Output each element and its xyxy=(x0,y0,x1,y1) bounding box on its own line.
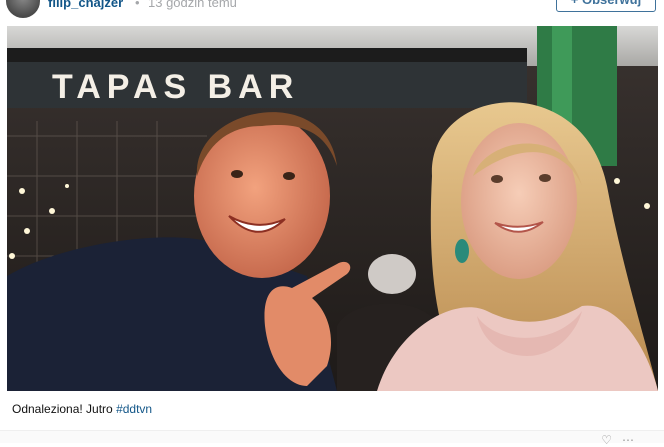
separator-dot: • xyxy=(135,0,140,10)
sign-text: TAPAS BAR xyxy=(52,68,299,106)
heart-icon[interactable]: ♡ xyxy=(601,433,622,447)
selfie-image: TAPAS BAR xyxy=(7,26,658,391)
footer-icons: ♡⋯ xyxy=(601,433,644,447)
post-photo[interactable]: TAPAS BAR xyxy=(7,26,658,391)
username-link[interactable]: filip_chajzer xyxy=(48,0,123,10)
post-header: filip_chajzer • 13 godzin temu + Obserwu… xyxy=(0,0,664,22)
post-footer: ♡⋯ xyxy=(0,430,664,447)
hashtag-link[interactable]: #ddtvn xyxy=(116,402,152,416)
more-icon[interactable]: ⋯ xyxy=(622,433,644,447)
post-timestamp: 13 godzin temu xyxy=(148,0,237,10)
caption-text: Odnaleziona! Jutro xyxy=(12,402,117,416)
user-avatar[interactable] xyxy=(6,0,40,18)
follow-button[interactable]: + Obserwuj xyxy=(556,0,656,12)
post-caption: Odnaleziona! Jutro #ddtvn xyxy=(12,402,152,416)
